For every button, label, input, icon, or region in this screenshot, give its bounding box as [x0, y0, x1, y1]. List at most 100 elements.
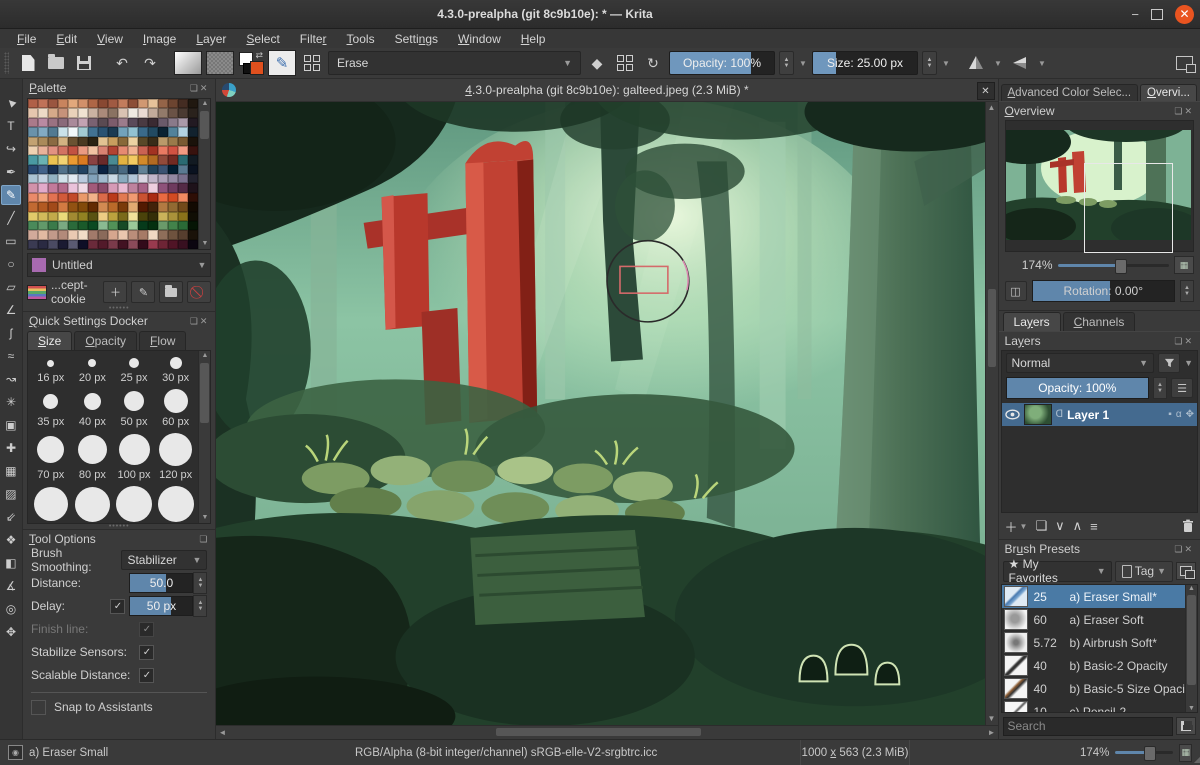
palette-swatch[interactable]	[148, 183, 159, 193]
palette-swatch[interactable]	[138, 239, 149, 249]
palette-swatch[interactable]	[68, 155, 79, 165]
scroll-down-icon[interactable]: ▼	[199, 239, 210, 249]
palette-swatch[interactable]	[78, 202, 89, 212]
palette-swatch[interactable]	[27, 192, 38, 203]
palette-swatch[interactable]	[47, 164, 59, 174]
palette-swatch[interactable]	[178, 183, 189, 193]
palette-swatch[interactable]	[47, 220, 59, 231]
palette-swatch[interactable]	[188, 174, 199, 184]
palette-swatch[interactable]	[47, 117, 59, 128]
brush-size-circle-20px[interactable]	[88, 359, 97, 367]
palette-swatch[interactable]	[148, 192, 159, 203]
palette-swatch[interactable]	[58, 145, 69, 156]
opacity-spinner[interactable]: ▲ ▼	[779, 51, 794, 75]
palette-swatch[interactable]	[27, 239, 38, 249]
tab-overview[interactable]: Overvi...	[1140, 84, 1197, 101]
palette-swatch[interactable]	[158, 192, 169, 203]
overview-display-button[interactable]: ▦	[1174, 256, 1194, 274]
palette-swatch[interactable]	[37, 145, 48, 156]
palette-swatch[interactable]	[88, 155, 99, 165]
slider-knob[interactable]	[1115, 258, 1128, 274]
palette-swatch[interactable]	[27, 108, 38, 118]
canvas-viewport[interactable]: ▲ ▼	[216, 102, 998, 725]
menu-filter[interactable]: Filter	[291, 31, 336, 47]
palette-swatch[interactable]	[168, 99, 179, 109]
palette-swatch[interactable]	[27, 174, 38, 184]
statusbar-colorspace[interactable]: RGB/Alpha (8-bit integer/channel) sRGB-e…	[355, 747, 657, 759]
palette-swatch[interactable]	[88, 192, 99, 203]
palette-swatch[interactable]	[148, 220, 159, 231]
palette-swatch[interactable]	[88, 183, 99, 193]
palette-swatch[interactable]	[148, 127, 159, 137]
palette-swatch[interactable]	[98, 220, 109, 231]
presets-display-mode-button[interactable]	[1176, 562, 1196, 580]
palette-swatch[interactable]	[118, 127, 129, 137]
palette-swatch[interactable]	[128, 117, 139, 128]
preset-list-scrollbar[interactable]: ▲ ▼	[1185, 585, 1197, 712]
menu-file[interactable]: File	[8, 31, 45, 47]
palette-swatch[interactable]	[148, 155, 159, 165]
palette-swatch[interactable]	[68, 230, 79, 240]
duplicate-layer-button[interactable]: ❏	[1035, 518, 1047, 534]
palette-swatch[interactable]	[27, 211, 38, 221]
palette-swatch[interactable]	[108, 230, 119, 240]
palette-swatch[interactable]	[88, 220, 99, 231]
brush-size-circle-120px[interactable]	[159, 433, 193, 466]
palette-scrollbar[interactable]: ▲ ▼	[198, 99, 211, 249]
palette-swatch[interactable]	[88, 117, 99, 128]
brush-size-circle-80px[interactable]	[77, 435, 107, 464]
brush-size-circle-50px[interactable]	[124, 391, 144, 411]
opacity-slider[interactable]: Opacity: 100%	[669, 51, 775, 75]
palette-swatch[interactable]	[37, 164, 48, 174]
palette-swatch[interactable]	[98, 239, 109, 249]
palette-swatch[interactable]	[178, 220, 189, 231]
scroll-down-icon[interactable]: ▼	[1186, 705, 1197, 712]
palette-swatch[interactable]	[138, 155, 149, 165]
brush-size-circle-60px[interactable]	[163, 389, 188, 413]
menu-tools[interactable]: Tools	[338, 31, 384, 47]
layer-filter-button[interactable]	[1158, 353, 1181, 373]
palette-swatch[interactable]	[118, 136, 129, 146]
palette-swatch[interactable]	[68, 202, 79, 212]
palette-swatch[interactable]	[37, 192, 48, 203]
palette-swatch[interactable]	[68, 220, 79, 231]
palette-swatch[interactable]	[168, 164, 179, 174]
palette-swatch[interactable]	[108, 183, 119, 193]
palette-swatch[interactable]	[27, 127, 38, 137]
visibility-eye-icon[interactable]	[1004, 409, 1020, 420]
palette-swatch[interactable]	[58, 127, 69, 137]
palette-swatch[interactable]	[188, 108, 199, 118]
palette-swatch[interactable]	[118, 192, 129, 203]
undo-button[interactable]: ↶	[110, 51, 134, 75]
palette-swatch[interactable]	[108, 117, 119, 128]
workspace-chooser-button[interactable]	[1172, 51, 1196, 75]
palette-swatch[interactable]	[148, 230, 159, 240]
palette-swatch[interactable]	[27, 183, 38, 193]
layer-list-empty-area[interactable]	[1001, 426, 1197, 512]
mirror-horizontal-options[interactable]: ▼	[993, 52, 1003, 74]
palette-resource-icon[interactable]	[26, 284, 47, 300]
palette-swatch[interactable]	[158, 239, 169, 249]
palette-swatch[interactable]	[138, 108, 149, 118]
palette-swatch[interactable]	[128, 192, 139, 203]
blending-mode-dropdown[interactable]: Erase ▼	[328, 51, 581, 75]
palette-swatch[interactable]	[188, 211, 199, 221]
palette-swatch[interactable]	[128, 127, 139, 137]
inherit-alpha-icon[interactable]: ꓷ	[1056, 409, 1064, 420]
background-color-swatch[interactable]	[250, 61, 264, 75]
palette-swatch[interactable]	[128, 183, 139, 193]
tool-rectangle[interactable]: ▭	[1, 231, 21, 251]
tab-advanced-color-selector[interactable]: Advanced Color Selec...	[1000, 84, 1139, 101]
menu-help[interactable]: Help	[512, 31, 555, 47]
tab-size[interactable]: Size	[26, 331, 73, 350]
foreground-background-colors[interactable]: ⇄	[238, 50, 264, 75]
palette-swatch[interactable]	[58, 108, 69, 118]
docker-float-close-icons[interactable]: ❏✕	[190, 83, 210, 94]
palette-swatch[interactable]	[178, 108, 189, 118]
palette-swatch[interactable]	[108, 174, 119, 184]
palette-swatch[interactable]	[98, 99, 109, 109]
palette-swatch[interactable]	[27, 220, 38, 231]
filter-options-arrow[interactable]: ▼	[1184, 358, 1193, 368]
palette-swatch[interactable]	[168, 145, 179, 156]
palette-swatch[interactable]	[78, 174, 89, 184]
